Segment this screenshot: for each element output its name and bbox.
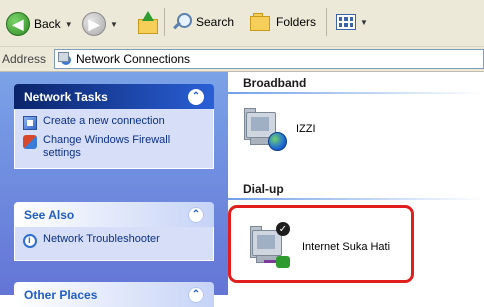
red-highlight-box bbox=[228, 205, 414, 283]
see-also-title: See Also bbox=[24, 207, 75, 222]
group-header-broadband: Broadband bbox=[243, 76, 307, 90]
search-button[interactable]: Search bbox=[172, 12, 234, 32]
task-label: Create a new connection bbox=[43, 115, 165, 127]
back-arrow-icon: ◀ bbox=[6, 12, 30, 36]
folder-up-icon bbox=[136, 11, 158, 34]
group-divider bbox=[228, 198, 484, 200]
search-label: Search bbox=[196, 15, 235, 29]
group-header-dialup: Dial-up bbox=[243, 182, 284, 196]
network-tasks-header[interactable]: Network Tasks ⌃ bbox=[14, 84, 214, 109]
toolbar-divider bbox=[164, 8, 165, 36]
toolbar-divider bbox=[326, 8, 327, 36]
search-icon bbox=[172, 12, 192, 32]
address-field[interactable]: Network Connections bbox=[54, 49, 484, 69]
views-button[interactable]: ▼ bbox=[336, 14, 368, 30]
task-label: Network Troubleshooter bbox=[43, 233, 160, 245]
back-dropdown-icon[interactable]: ▼ bbox=[65, 20, 73, 29]
connection-label: IZZI bbox=[296, 123, 316, 135]
broadband-connection-icon bbox=[242, 106, 287, 152]
network-tasks-panel: Network Tasks ⌃ Create a new connection … bbox=[14, 84, 214, 169]
forward-button[interactable]: ▶ ▼ bbox=[82, 12, 118, 36]
forward-arrow-icon: ▶ bbox=[82, 12, 106, 36]
firewall-icon bbox=[23, 135, 37, 149]
network-tasks-body: Create a new connection Change Windows F… bbox=[14, 109, 214, 169]
back-label: Back bbox=[34, 17, 61, 31]
network-tasks-title: Network Tasks bbox=[24, 89, 108, 104]
see-also-panel: See Also ⌃ Network Troubleshooter bbox=[14, 202, 214, 261]
folders-button[interactable]: Folders bbox=[250, 13, 316, 31]
task-create-connection[interactable]: Create a new connection bbox=[23, 115, 205, 130]
see-also-header[interactable]: See Also ⌃ bbox=[14, 202, 214, 227]
back-button[interactable]: ◀ Back ▼ bbox=[6, 12, 73, 36]
task-label: Change Windows Firewall settings bbox=[43, 134, 171, 159]
views-dropdown-icon[interactable]: ▼ bbox=[360, 18, 368, 27]
address-value: Network Connections bbox=[76, 52, 191, 66]
collapse-chevron-icon[interactable]: ⌃ bbox=[188, 88, 204, 105]
address-label: Address bbox=[2, 52, 47, 66]
views-icon bbox=[336, 14, 356, 30]
troubleshooter-icon bbox=[23, 234, 37, 248]
group-divider bbox=[228, 92, 484, 94]
see-also-body: Network Troubleshooter bbox=[14, 227, 214, 261]
network-connections-icon bbox=[58, 52, 72, 66]
connection-broadband[interactable]: IZZI bbox=[242, 106, 316, 152]
toolbar: ◀ Back ▼ ▶ ▼ Search Folders ▼ bbox=[0, 0, 484, 46]
task-change-firewall[interactable]: Change Windows Firewall settings bbox=[23, 134, 205, 160]
forward-dropdown-icon[interactable]: ▼ bbox=[110, 20, 118, 29]
task-network-troubleshooter[interactable]: Network Troubleshooter bbox=[23, 233, 205, 248]
task-pane: Network Tasks ⌃ Create a new connection … bbox=[0, 72, 228, 307]
folders-label: Folders bbox=[276, 15, 317, 29]
folders-icon bbox=[250, 13, 272, 31]
new-connection-icon bbox=[23, 116, 37, 130]
up-button[interactable] bbox=[136, 11, 158, 34]
address-bar: Address Network Connections bbox=[0, 46, 484, 72]
collapse-chevron-icon[interactable]: ⌃ bbox=[188, 206, 204, 223]
